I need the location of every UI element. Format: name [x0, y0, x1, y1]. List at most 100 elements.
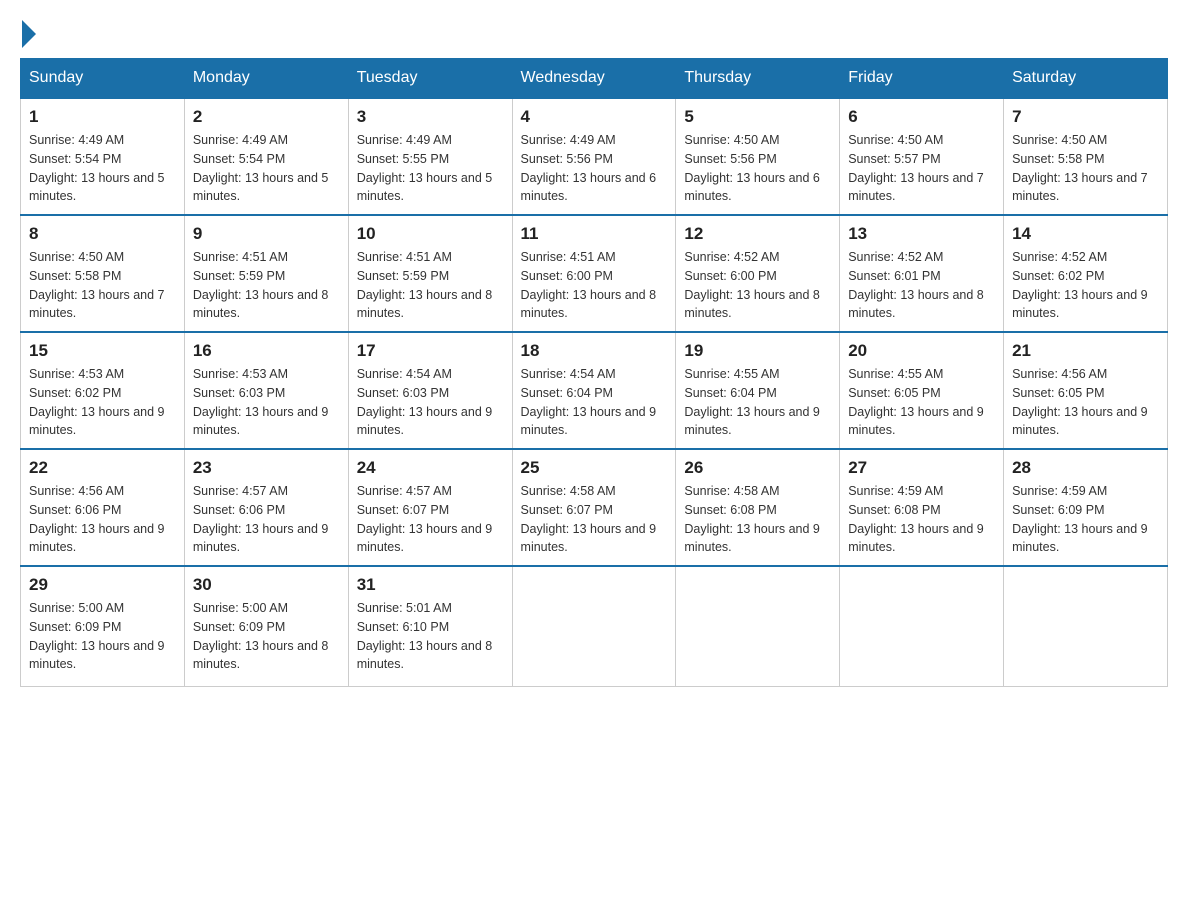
calendar-cell: 23 Sunrise: 4:57 AMSunset: 6:06 PMDayligh…: [184, 449, 348, 566]
day-number: 10: [357, 224, 504, 244]
calendar-cell: 22 Sunrise: 4:56 AMSunset: 6:06 PMDayligh…: [21, 449, 185, 566]
day-number: 1: [29, 107, 176, 127]
calendar-cell: 15 Sunrise: 4:53 AMSunset: 6:02 PMDayligh…: [21, 332, 185, 449]
calendar-cell: 1 Sunrise: 4:49 AMSunset: 5:54 PMDaylight…: [21, 98, 185, 215]
calendar-cell: 28Sunrise: 4:59 AMSunset: 6:09 PMDayligh…: [1004, 449, 1168, 566]
calendar-cell: 24 Sunrise: 4:57 AMSunset: 6:07 PMDayligh…: [348, 449, 512, 566]
day-info: Sunrise: 4:49 AMSunset: 5:54 PMDaylight:…: [193, 131, 340, 206]
day-number: 23: [193, 458, 340, 478]
logo: [20, 20, 36, 48]
day-number: 27: [848, 458, 995, 478]
day-number: 25: [521, 458, 668, 478]
calendar-cell: 9Sunrise: 4:51 AMSunset: 5:59 PMDaylight…: [184, 215, 348, 332]
calendar-cell: 3 Sunrise: 4:49 AMSunset: 5:55 PMDaylight…: [348, 98, 512, 215]
day-number: 17: [357, 341, 504, 361]
day-number: 3: [357, 107, 504, 127]
calendar-cell: [840, 566, 1004, 686]
weekday-header-wednesday: Wednesday: [512, 59, 676, 99]
calendar-cell: [676, 566, 840, 686]
day-info: Sunrise: 4:58 AMSunset: 6:08 PMDaylight:…: [684, 482, 831, 557]
day-info: Sunrise: 4:53 AMSunset: 6:02 PMDaylight:…: [29, 365, 176, 440]
day-info: Sunrise: 4:57 AMSunset: 6:06 PMDaylight:…: [193, 482, 340, 557]
calendar-cell: [512, 566, 676, 686]
logo-blue-part: [20, 20, 36, 48]
weekday-header-sunday: Sunday: [21, 59, 185, 99]
day-info: Sunrise: 4:50 AMSunset: 5:58 PMDaylight:…: [1012, 131, 1159, 206]
day-info: Sunrise: 4:49 AMSunset: 5:55 PMDaylight:…: [357, 131, 504, 206]
day-number: 29: [29, 575, 176, 595]
calendar-cell: 11 Sunrise: 4:51 AMSunset: 6:00 PMDayligh…: [512, 215, 676, 332]
day-number: 18: [521, 341, 668, 361]
weekday-header-friday: Friday: [840, 59, 1004, 99]
day-info: Sunrise: 4:52 AMSunset: 6:01 PMDaylight:…: [848, 248, 995, 323]
day-info: Sunrise: 4:56 AMSunset: 6:05 PMDaylight:…: [1012, 365, 1159, 440]
day-number: 21: [1012, 341, 1159, 361]
calendar-cell: 21 Sunrise: 4:56 AMSunset: 6:05 PMDayligh…: [1004, 332, 1168, 449]
calendar-cell: [1004, 566, 1168, 686]
day-number: 28: [1012, 458, 1159, 478]
day-info: Sunrise: 4:53 AMSunset: 6:03 PMDaylight:…: [193, 365, 340, 440]
calendar-cell: 5 Sunrise: 4:50 AMSunset: 5:56 PMDaylight…: [676, 98, 840, 215]
day-number: 16: [193, 341, 340, 361]
day-number: 13: [848, 224, 995, 244]
calendar-cell: 17 Sunrise: 4:54 AMSunset: 6:03 PMDayligh…: [348, 332, 512, 449]
day-number: 31: [357, 575, 504, 595]
calendar-cell: 25 Sunrise: 4:58 AMSunset: 6:07 PMDayligh…: [512, 449, 676, 566]
day-info: Sunrise: 4:57 AMSunset: 6:07 PMDaylight:…: [357, 482, 504, 557]
calendar-cell: 8 Sunrise: 4:50 AMSunset: 5:58 PMDaylight…: [21, 215, 185, 332]
day-number: 15: [29, 341, 176, 361]
calendar-cell: 26Sunrise: 4:58 AMSunset: 6:08 PMDayligh…: [676, 449, 840, 566]
day-info: Sunrise: 4:52 AMSunset: 6:02 PMDaylight:…: [1012, 248, 1159, 323]
day-info: Sunrise: 5:00 AMSunset: 6:09 PMDaylight:…: [29, 599, 176, 674]
weekday-header-tuesday: Tuesday: [348, 59, 512, 99]
day-info: Sunrise: 5:01 AMSunset: 6:10 PMDaylight:…: [357, 599, 504, 674]
week-row-1: 1 Sunrise: 4:49 AMSunset: 5:54 PMDaylight…: [21, 98, 1168, 215]
day-number: 22: [29, 458, 176, 478]
day-info: Sunrise: 4:58 AMSunset: 6:07 PMDaylight:…: [521, 482, 668, 557]
calendar-cell: 13 Sunrise: 4:52 AMSunset: 6:01 PMDayligh…: [840, 215, 1004, 332]
day-info: Sunrise: 4:51 AMSunset: 6:00 PMDaylight:…: [521, 248, 668, 323]
day-info: Sunrise: 4:50 AMSunset: 5:57 PMDaylight:…: [848, 131, 995, 206]
day-info: Sunrise: 4:54 AMSunset: 6:04 PMDaylight:…: [521, 365, 668, 440]
calendar-cell: 7 Sunrise: 4:50 AMSunset: 5:58 PMDaylight…: [1004, 98, 1168, 215]
day-info: Sunrise: 4:49 AMSunset: 5:54 PMDaylight:…: [29, 131, 176, 206]
day-info: Sunrise: 4:51 AMSunset: 5:59 PMDaylight:…: [193, 248, 340, 323]
calendar-cell: 18 Sunrise: 4:54 AMSunset: 6:04 PMDayligh…: [512, 332, 676, 449]
day-number: 12: [684, 224, 831, 244]
calendar-cell: 20 Sunrise: 4:55 AMSunset: 6:05 PMDayligh…: [840, 332, 1004, 449]
calendar-cell: 10 Sunrise: 4:51 AMSunset: 5:59 PMDayligh…: [348, 215, 512, 332]
calendar-cell: 16 Sunrise: 4:53 AMSunset: 6:03 PMDayligh…: [184, 332, 348, 449]
day-info: Sunrise: 4:50 AMSunset: 5:58 PMDaylight:…: [29, 248, 176, 323]
page-header: [20, 20, 1168, 48]
day-number: 20: [848, 341, 995, 361]
day-number: 30: [193, 575, 340, 595]
day-info: Sunrise: 5:00 AMSunset: 6:09 PMDaylight:…: [193, 599, 340, 674]
calendar-cell: 30 Sunrise: 5:00 AMSunset: 6:09 PMDayligh…: [184, 566, 348, 686]
week-row-3: 15 Sunrise: 4:53 AMSunset: 6:02 PMDayligh…: [21, 332, 1168, 449]
calendar-cell: 19Sunrise: 4:55 AMSunset: 6:04 PMDayligh…: [676, 332, 840, 449]
day-info: Sunrise: 4:55 AMSunset: 6:04 PMDaylight:…: [684, 365, 831, 440]
week-row-4: 22 Sunrise: 4:56 AMSunset: 6:06 PMDayligh…: [21, 449, 1168, 566]
calendar-table: SundayMondayTuesdayWednesdayThursdayFrid…: [20, 58, 1168, 687]
day-number: 4: [521, 107, 668, 127]
week-row-5: 29 Sunrise: 5:00 AMSunset: 6:09 PMDayligh…: [21, 566, 1168, 686]
calendar-cell: 31 Sunrise: 5:01 AMSunset: 6:10 PMDayligh…: [348, 566, 512, 686]
day-number: 7: [1012, 107, 1159, 127]
day-info: Sunrise: 4:50 AMSunset: 5:56 PMDaylight:…: [684, 131, 831, 206]
day-info: Sunrise: 4:54 AMSunset: 6:03 PMDaylight:…: [357, 365, 504, 440]
week-row-2: 8 Sunrise: 4:50 AMSunset: 5:58 PMDaylight…: [21, 215, 1168, 332]
day-info: Sunrise: 4:51 AMSunset: 5:59 PMDaylight:…: [357, 248, 504, 323]
calendar-cell: 27Sunrise: 4:59 AMSunset: 6:08 PMDayligh…: [840, 449, 1004, 566]
day-number: 11: [521, 224, 668, 244]
calendar-cell: 2Sunrise: 4:49 AMSunset: 5:54 PMDaylight…: [184, 98, 348, 215]
day-number: 24: [357, 458, 504, 478]
day-number: 8: [29, 224, 176, 244]
weekday-header-monday: Monday: [184, 59, 348, 99]
logo-triangle-icon: [22, 20, 36, 48]
day-info: Sunrise: 4:56 AMSunset: 6:06 PMDaylight:…: [29, 482, 176, 557]
calendar-cell: 14Sunrise: 4:52 AMSunset: 6:02 PMDayligh…: [1004, 215, 1168, 332]
day-info: Sunrise: 4:55 AMSunset: 6:05 PMDaylight:…: [848, 365, 995, 440]
calendar-cell: 4Sunrise: 4:49 AMSunset: 5:56 PMDaylight…: [512, 98, 676, 215]
weekday-header-saturday: Saturday: [1004, 59, 1168, 99]
day-number: 5: [684, 107, 831, 127]
